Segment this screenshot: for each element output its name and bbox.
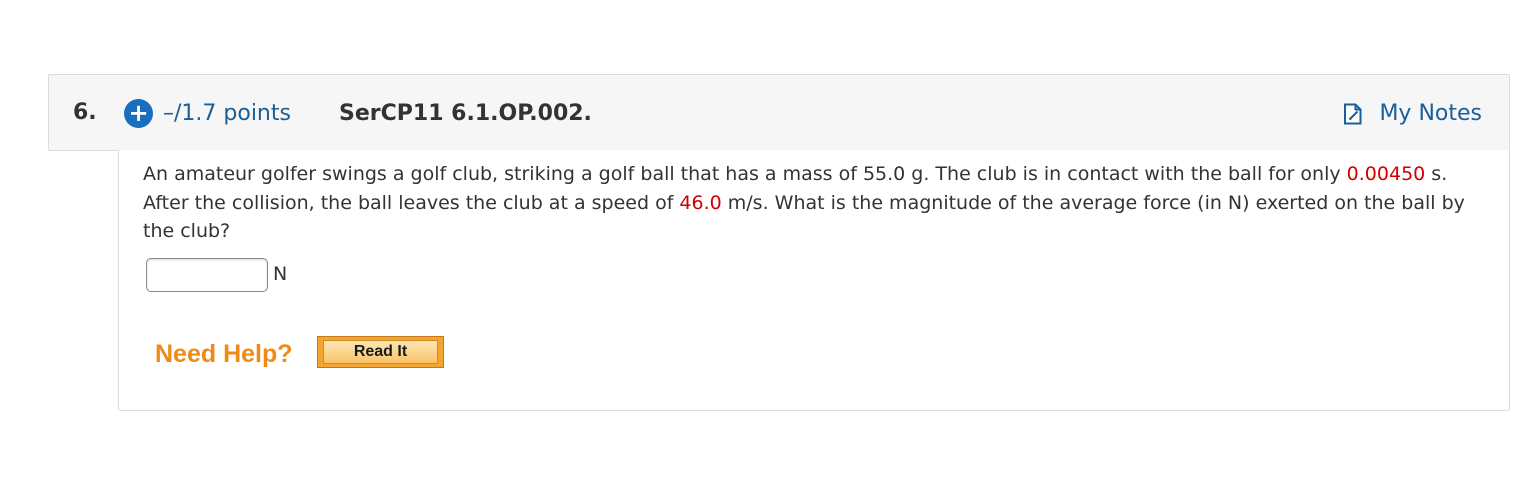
plus-circle-icon[interactable]: +: [124, 99, 153, 128]
points-link[interactable]: –/1.7 points: [163, 101, 291, 126]
time-value: 0.00450: [1346, 163, 1426, 185]
my-notes-link[interactable]: My Notes: [1343, 101, 1482, 126]
question-card: 6. + –/1.7 points SerCP11 6.1.OP.002. My…: [48, 74, 1510, 411]
question-code: SerCP11 6.1.OP.002.: [339, 101, 592, 126]
question-body: An amateur golfer swings a golf club, st…: [118, 150, 1510, 411]
question-header: 6. + –/1.7 points SerCP11 6.1.OP.002. My…: [48, 74, 1510, 151]
answer-input[interactable]: [146, 258, 268, 292]
my-notes-label: My Notes: [1379, 101, 1482, 126]
question-text-part1: An amateur golfer swings a golf club, st…: [143, 163, 1347, 185]
speed-value: 46.0: [679, 191, 722, 214]
notes-icon: [1344, 103, 1362, 124]
read-it-button[interactable]: Read It: [317, 336, 444, 368]
question-number: 6.: [73, 100, 97, 125]
unit-label: N: [273, 263, 288, 285]
read-it-label: Read It: [323, 340, 438, 364]
need-help-label: Need Help?: [155, 340, 293, 368]
question-text: An amateur golfer swings a golf club, st…: [143, 160, 1473, 246]
